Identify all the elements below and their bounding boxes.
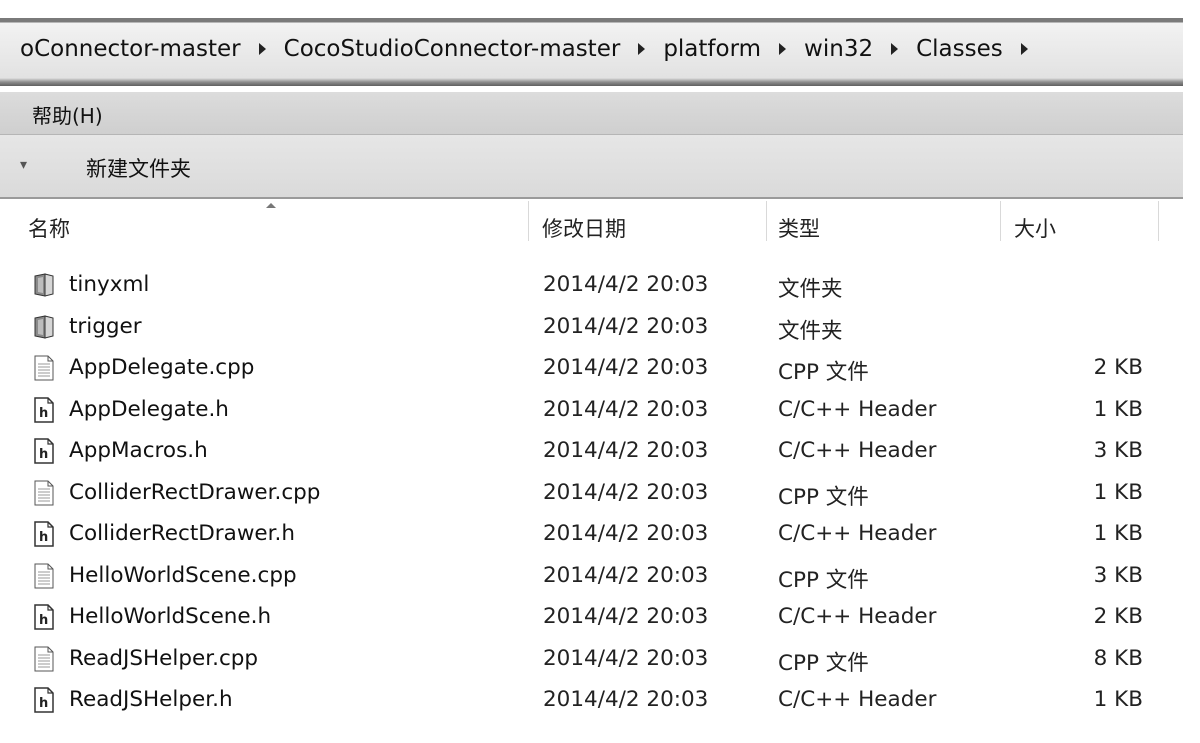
- file-date: 2014/4/2 20:03: [543, 479, 709, 505]
- file-name: AppDelegate.h: [69, 396, 229, 422]
- file-name: ColliderRectDrawer.h: [69, 521, 295, 546]
- file-size: 8 KB: [1093, 645, 1143, 671]
- column-header-name[interactable]: 名称: [28, 213, 70, 243]
- file-type: CPP 文件: [778, 650, 869, 676]
- breadcrumb-item[interactable]: CocoStudioConnector-master: [284, 36, 621, 62]
- file-row[interactable]: HelloWorldScene.cpp 2014/4/2 20:03 CPP 文件 3…: [0, 555, 1183, 596]
- header-file-icon: h: [33, 438, 55, 464]
- svg-text:h: h: [39, 406, 48, 421]
- breadcrumb-item[interactable]: oConnector-master: [20, 36, 241, 62]
- header-file-icon: h: [33, 687, 55, 713]
- file-name: HelloWorldScene.cpp: [69, 562, 297, 588]
- file-size: 1 KB: [1093, 479, 1143, 505]
- header-file-icon: h: [33, 396, 55, 423]
- breadcrumb-item[interactable]: Classes: [916, 36, 1003, 62]
- file-name: trigger: [69, 313, 142, 339]
- svg-text:h: h: [39, 696, 48, 711]
- file-row[interactable]: ColliderRectDrawer.cpp 2014/4/2 20:03 CPP …: [0, 472, 1183, 513]
- file-row[interactable]: h AppMacros.h 2014/4/2 20:03 C/C++ Header 3 …: [0, 430, 1183, 471]
- folder-icon: [33, 272, 55, 298]
- file-date: 2014/4/2 20:03: [543, 687, 709, 712]
- column-header-date[interactable]: 修改日期: [542, 213, 626, 243]
- breadcrumb: oConnector-master CocoStudioConnector-ma…: [20, 18, 1046, 80]
- file-name: tinyxml: [69, 272, 150, 297]
- chevron-down-icon[interactable]: ▾: [20, 157, 27, 173]
- folder-icon: [33, 314, 55, 340]
- breadcrumb-arrow-icon[interactable]: [638, 43, 646, 55]
- file-name: AppDelegate.cpp: [69, 355, 255, 380]
- svg-text:h: h: [39, 613, 48, 628]
- file-size: 3 KB: [1093, 438, 1143, 463]
- breadcrumb-item[interactable]: platform: [663, 36, 761, 62]
- file-name: ColliderRectDrawer.cpp: [69, 479, 321, 505]
- file-name: ReadJSHelper.h: [69, 687, 233, 712]
- file-size: 2 KB: [1093, 355, 1143, 380]
- menu-bar: 帮助(H): [0, 92, 1183, 135]
- file-date: 2014/4/2 20:03: [543, 521, 709, 546]
- breadcrumb-item[interactable]: win32: [804, 36, 873, 62]
- file-size: 3 KB: [1093, 562, 1143, 588]
- file-type: C/C++ Header: [778, 396, 937, 422]
- file-type: 文件夹: [778, 318, 843, 344]
- column-divider[interactable]: [1000, 201, 1001, 241]
- svg-text:h: h: [39, 447, 48, 462]
- file-date: 2014/4/2 20:03: [543, 272, 709, 297]
- file-type: CPP 文件: [778, 567, 869, 593]
- svg-text:h: h: [39, 530, 48, 545]
- file-size: 2 KB: [1093, 604, 1143, 629]
- file-name: ReadJSHelper.cpp: [69, 645, 259, 671]
- file-row[interactable]: h ReadJSHelper.h 2014/4/2 20:03 C/C++ Heade…: [0, 679, 1183, 720]
- breadcrumb-arrow-icon[interactable]: [891, 43, 899, 55]
- file-date: 2014/4/2 20:03: [543, 562, 709, 588]
- column-header: 名称 修改日期 类型 大小: [0, 199, 1183, 253]
- file-type: C/C++ Header: [778, 687, 937, 712]
- file-type: C/C++ Header: [778, 604, 937, 629]
- file-date: 2014/4/2 20:03: [543, 438, 709, 463]
- file-size: 1 KB: [1093, 521, 1143, 546]
- header-file-icon: h: [33, 604, 55, 630]
- file-name: HelloWorldScene.h: [69, 604, 272, 629]
- cpp-file-icon: [33, 646, 55, 672]
- file-size: 1 KB: [1093, 687, 1143, 712]
- file-row[interactable]: trigger 2014/4/2 20:03 文件夹: [0, 306, 1183, 347]
- file-date: 2014/4/2 20:03: [543, 313, 709, 339]
- window-top-strip: [0, 0, 1200, 18]
- file-row[interactable]: h AppDelegate.h 2014/4/2 20:03 C/C++ Header…: [0, 389, 1183, 430]
- column-divider[interactable]: [1158, 201, 1159, 241]
- file-type: C/C++ Header: [778, 438, 937, 463]
- cpp-file-icon: [33, 355, 55, 381]
- breadcrumb-arrow-icon[interactable]: [779, 43, 787, 55]
- cpp-file-icon: [33, 480, 55, 506]
- command-toolbar: ▾ 新建文件夹: [0, 135, 1183, 199]
- file-date: 2014/4/2 20:03: [543, 396, 709, 422]
- menu-help[interactable]: 帮助(H): [32, 100, 103, 129]
- file-row[interactable]: AppDelegate.cpp 2014/4/2 20:03 CPP 文件 2 KB: [0, 347, 1183, 388]
- column-header-size[interactable]: 大小: [1014, 213, 1056, 243]
- file-date: 2014/4/2 20:03: [543, 645, 709, 671]
- file-size: 1 KB: [1093, 396, 1143, 422]
- header-file-icon: h: [33, 521, 55, 547]
- file-type: C/C++ Header: [778, 521, 937, 546]
- file-row[interactable]: ReadJSHelper.cpp 2014/4/2 20:03 CPP 文件 8 KB: [0, 638, 1183, 679]
- file-name: AppMacros.h: [69, 438, 208, 463]
- column-divider[interactable]: [528, 201, 529, 241]
- file-type: CPP 文件: [778, 484, 869, 510]
- column-header-type[interactable]: 类型: [778, 213, 820, 243]
- file-row[interactable]: tinyxml 2014/4/2 20:03 文件夹: [0, 264, 1183, 305]
- cpp-file-icon: [33, 563, 55, 589]
- file-row[interactable]: h HelloWorldScene.h 2014/4/2 20:03 C/C++ He…: [0, 596, 1183, 637]
- column-divider[interactable]: [766, 201, 767, 241]
- new-folder-button[interactable]: 新建文件夹: [86, 153, 191, 183]
- breadcrumb-arrow-icon[interactable]: [258, 43, 266, 55]
- file-date: 2014/4/2 20:03: [543, 355, 709, 380]
- sort-ascending-icon: [266, 203, 276, 208]
- file-type: CPP 文件: [778, 360, 869, 385]
- file-type: 文件夹: [778, 277, 843, 302]
- breadcrumb-arrow-icon[interactable]: [1020, 43, 1028, 55]
- file-date: 2014/4/2 20:03: [543, 604, 709, 629]
- file-row[interactable]: h ColliderRectDrawer.h 2014/4/2 20:03 C/C++…: [0, 513, 1183, 554]
